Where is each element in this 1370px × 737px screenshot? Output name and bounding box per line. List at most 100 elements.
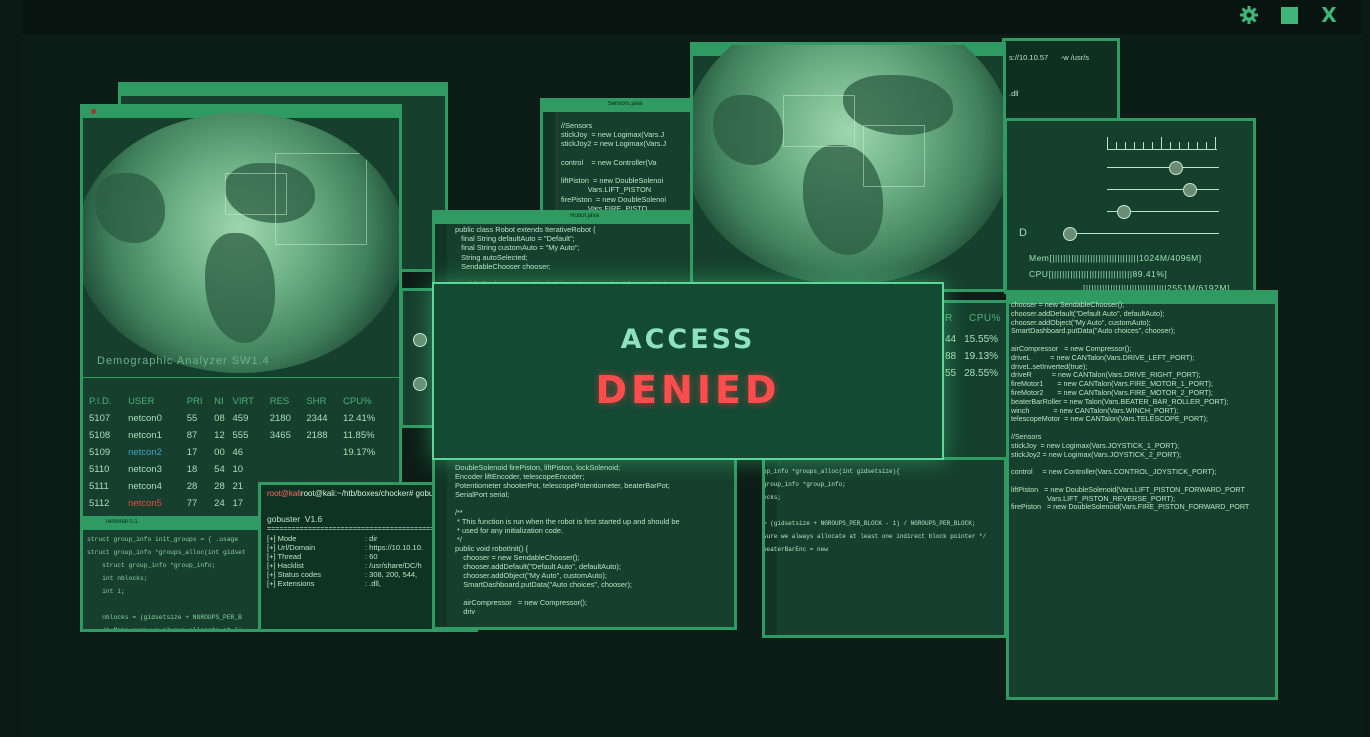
table-cell: 55 bbox=[186, 413, 198, 424]
ruler-tick bbox=[1107, 137, 1108, 149]
gobuster-row: [+] Mode: dir bbox=[267, 534, 423, 543]
code-line: chooser.addObject("My Auto", customAuto)… bbox=[455, 571, 607, 580]
column-header[interactable]: RES bbox=[270, 393, 307, 410]
gear-icon[interactable] bbox=[1238, 4, 1260, 26]
table-cell: netcon5 bbox=[128, 498, 162, 509]
code-line: ocks; bbox=[763, 494, 782, 501]
table-cell: 18 bbox=[186, 464, 198, 475]
table-cell: netcon0 bbox=[128, 413, 162, 424]
table-cell: 5107 bbox=[89, 413, 111, 424]
table-cell: 5110 bbox=[89, 464, 110, 475]
slider-knob[interactable] bbox=[1117, 205, 1131, 219]
access-denied-dialog: ACCESS DENIED bbox=[432, 282, 944, 460]
slider-track bbox=[1067, 233, 1219, 234]
cpu-column-panel[interactable]: R CPU% 44 15.55% 88 19.13% 55 28.55% bbox=[940, 300, 1015, 460]
code-line: Potentiometer shooterPot, telescopePoten… bbox=[455, 481, 670, 490]
world-map-globe bbox=[693, 45, 1003, 285]
sensors-code-window[interactable]: Sensors.java //Sensors stickJoy = new Log… bbox=[540, 98, 710, 218]
terminal-title: Terminal 0.1 bbox=[105, 519, 138, 525]
code-line: final String customAuto = "My Auto"; bbox=[455, 243, 580, 253]
code-line: firePiston = new DoubleSolenoid(Vars.FIR… bbox=[1011, 502, 1250, 512]
ruler-tick bbox=[1143, 142, 1144, 149]
gobuster-settings: [+] Mode: dir [+] Url/Domain: https://10.… bbox=[267, 534, 423, 588]
table-cell: 87 bbox=[186, 430, 198, 441]
slider-knob[interactable] bbox=[1063, 227, 1077, 241]
column-header[interactable]: VIRT bbox=[233, 393, 270, 410]
close-dot-icon[interactable] bbox=[91, 109, 96, 114]
code-line: = (gidsetsize + NGROUPS_PER_BLOCK - 1) /… bbox=[763, 520, 976, 527]
column-header[interactable]: USER bbox=[128, 393, 187, 410]
top-bar: X bbox=[22, 0, 1362, 34]
setting-value: : .dll, bbox=[365, 579, 381, 588]
table-cell: 11.85% bbox=[343, 430, 375, 441]
table-row[interactable]: 5107 netcon0 55 08 459 2180 2344 12.41% bbox=[89, 410, 399, 427]
d-label: D bbox=[1019, 227, 1028, 239]
code-line: SmartDashboard.putData("Auto choices", c… bbox=[1011, 326, 1176, 336]
r-header: R bbox=[945, 313, 953, 324]
continent-americas bbox=[95, 173, 165, 243]
code-line: Encoder liftEncoder, telescopeEncoder; bbox=[455, 472, 585, 481]
right-map-window[interactable] bbox=[690, 42, 1006, 292]
code-line: firePiston = new DoubleSolenoi bbox=[561, 194, 666, 204]
code-line: sure we always allocate at least one ind… bbox=[763, 533, 987, 540]
table-cell: 00 bbox=[214, 447, 225, 458]
column-header[interactable]: SHR bbox=[306, 393, 343, 410]
monitor-window[interactable]: D Mem[||||||||||||||||||||||||||||||||10… bbox=[1004, 118, 1256, 294]
table-row[interactable]: 5109 netcon2 17 00 46 19.17% bbox=[89, 444, 399, 461]
sensors-code: //Sensors stickJoy = new Logimax(Vars.J st… bbox=[561, 121, 666, 213]
cpu-row: 44 15.55% bbox=[945, 331, 998, 348]
slider-track bbox=[1107, 167, 1219, 168]
slider-knob[interactable] bbox=[413, 377, 427, 391]
ruler-tick bbox=[1197, 142, 1198, 149]
gobuster-row: [+] Extensions: .dll, bbox=[267, 579, 423, 588]
table-row[interactable]: 5110 netcon3 18 54 10 bbox=[89, 461, 399, 478]
table-cell: 24 bbox=[214, 498, 225, 509]
table-cell: 2344 bbox=[306, 413, 328, 424]
setting-value: : /usr/share/DC/h bbox=[365, 561, 422, 570]
ruler-tick bbox=[1170, 142, 1171, 149]
square-icon[interactable] bbox=[1278, 4, 1300, 26]
close-icon[interactable]: X bbox=[1318, 3, 1340, 27]
table-row[interactable]: 5108 netcon1 87 12 555 3465 2188 11.85% bbox=[89, 427, 399, 444]
slider-knob[interactable] bbox=[1169, 161, 1183, 175]
column-header[interactable]: CPU% bbox=[343, 393, 399, 410]
column-header[interactable]: P.I.D. bbox=[89, 393, 128, 410]
ruler-tick bbox=[1179, 142, 1180, 149]
window-controls: X bbox=[1238, 3, 1340, 27]
slider-knob[interactable] bbox=[413, 333, 427, 347]
cpu-cell: 15.55% bbox=[964, 334, 999, 345]
code-line: int i; bbox=[87, 588, 125, 595]
code-line: /* Make sure we always allocate at le bbox=[87, 627, 242, 632]
titlebar[interactable] bbox=[121, 85, 445, 96]
column-header[interactable]: NI bbox=[214, 393, 232, 410]
code-line: chooser.addDefault("Default Auto", defau… bbox=[455, 562, 621, 571]
table-cell: 08 bbox=[214, 413, 225, 424]
code-line: String autoSelected; bbox=[455, 252, 528, 262]
table-cell: 19.17% bbox=[343, 447, 376, 458]
right-code-window[interactable]: chooser = new SendableChooser(); chooser.… bbox=[1006, 290, 1278, 700]
groups-code-window[interactable]: up_info *groups_alloc(int gidsetsize){gr… bbox=[762, 448, 1007, 638]
table-cell: 12.41% bbox=[343, 413, 376, 424]
ruler-tick bbox=[1152, 142, 1153, 149]
table-cell: 28 bbox=[186, 481, 198, 492]
code-line: DoubleSolenoid firePiston, liftPiston, l… bbox=[455, 463, 621, 472]
column-header[interactable]: PRI bbox=[187, 393, 214, 410]
table-cell: 77 bbox=[186, 498, 198, 509]
table-cell: netcon4 bbox=[128, 481, 162, 492]
code-line: struct group_info *groups_alloc(int gids… bbox=[87, 549, 246, 556]
slider-knob[interactable] bbox=[1183, 183, 1197, 197]
demographic-analyzer-window[interactable]: Demographic Analyzer SW1.4 P.I.D. USER PRI… bbox=[80, 104, 402, 524]
code-line: */ bbox=[455, 535, 462, 544]
code-line: driv bbox=[455, 607, 476, 616]
code-line: control = new Controller(Vars.CONTROL_JO… bbox=[1011, 467, 1217, 477]
table-cell bbox=[270, 461, 307, 478]
table-cell: netcon1 bbox=[128, 430, 162, 441]
titlebar[interactable]: Sensors.java bbox=[543, 101, 707, 112]
table-cell: 54 bbox=[214, 464, 225, 475]
cpu-cell: 28.55% bbox=[964, 368, 999, 379]
